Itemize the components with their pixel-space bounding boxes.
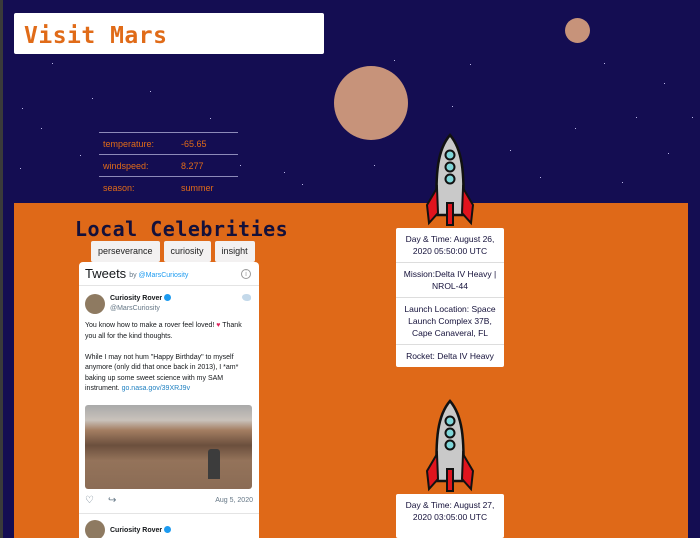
weather-value: -65.65 (181, 138, 207, 149)
tweet-text-part: Thank you all for the kind thoughts. Whi… (85, 322, 242, 392)
twitter-bird-icon (242, 294, 251, 301)
tab-curiosity[interactable]: curiosity (163, 241, 211, 262)
launch-mission: Mission:Delta IV Heavy | NROL-44 (396, 263, 504, 298)
tweet-link[interactable]: go.nasa.gov/39XRJ9v (122, 385, 191, 392)
rocket-icon (425, 133, 475, 226)
tweet-text: You know how to make a rover feel loved!… (85, 321, 253, 395)
weather-label: temperature: (103, 138, 155, 149)
tweet[interactable]: Curiosity Rover (79, 514, 259, 538)
verified-icon (164, 294, 172, 301)
tweet-author-handle[interactable]: @MarsCuriosity (110, 305, 171, 312)
avatar[interactable] (85, 294, 105, 314)
weather-row-temperature: temperature: -65.65 (99, 132, 238, 154)
weather-value: 8.277 (181, 160, 204, 171)
tweet-photo[interactable] (85, 404, 252, 489)
avatar[interactable] (85, 519, 105, 538)
launch-card: Day & Time: August 26, 2020 05:50:00 UTC… (396, 228, 504, 367)
launch-rocket: Rocket: Delta IV Heavy (406, 351, 494, 361)
weather-row-season: season: summer (99, 176, 238, 198)
tweet-author-name[interactable]: Curiosity Rover (110, 527, 162, 534)
timeline-title: Tweets (85, 266, 127, 281)
tweet[interactable]: Curiosity Rover @MarsCuriosity You know … (79, 286, 259, 514)
launch-datetime: Day & Time: August 26, 2020 05:50:00 UTC (396, 228, 504, 263)
tab-perseverance[interactable]: perseverance (91, 241, 160, 262)
window-edge (0, 0, 3, 538)
page-title: Visit Mars (24, 23, 168, 49)
rocket-icon (425, 399, 475, 492)
weather-value: summer (181, 182, 214, 193)
info-icon[interactable]: i (241, 269, 251, 279)
weather-table: temperature: -65.65 windspeed: 8.277 sea… (99, 132, 238, 198)
launch-card: Day & Time: August 27, 2020 03:05:00 UTC (396, 494, 504, 538)
mars-planet (334, 66, 408, 140)
weather-row-windspeed: windspeed: 8.277 (99, 154, 238, 176)
share-icon[interactable]: ↪ (108, 495, 116, 506)
timeline-account-link[interactable]: @MarsCuriosity (139, 272, 189, 279)
like-heart-icon[interactable]: ♡ (85, 495, 94, 506)
rover-tabs: perseverance curiosity insight (91, 241, 255, 262)
celebrities-heading: Local Celebrities (75, 217, 289, 241)
timeline-header: Tweets by @MarsCuriosity i (79, 262, 259, 286)
tweet-author[interactable]: Curiosity Rover @MarsCuriosity (85, 294, 253, 314)
twitter-timeline[interactable]: Tweets by @MarsCuriosity i Curiosity Rov… (79, 262, 259, 538)
launch-location: Launch Location: Space Launch Complex 37… (396, 298, 504, 345)
verified-icon (164, 525, 172, 533)
tweet-author-name[interactable]: Curiosity Rover (110, 295, 162, 302)
launch-datetime: Day & Time: August 27, 2020 03:05:00 UTC (405, 500, 495, 522)
small-planet (565, 18, 590, 43)
tweet-actions: ♡ ↪ Aug 5, 2020 (85, 489, 253, 513)
weather-label: windspeed: (103, 160, 149, 171)
timeline-byline: by @MarsCuriosity (129, 271, 189, 279)
tweet-date[interactable]: Aug 5, 2020 (215, 497, 253, 504)
tab-insight[interactable]: insight (214, 241, 255, 262)
weather-label: season: (103, 182, 135, 193)
title-card: Visit Mars (14, 13, 324, 54)
tweet-text-part: You know how to make a rover feel loved! (85, 322, 217, 329)
